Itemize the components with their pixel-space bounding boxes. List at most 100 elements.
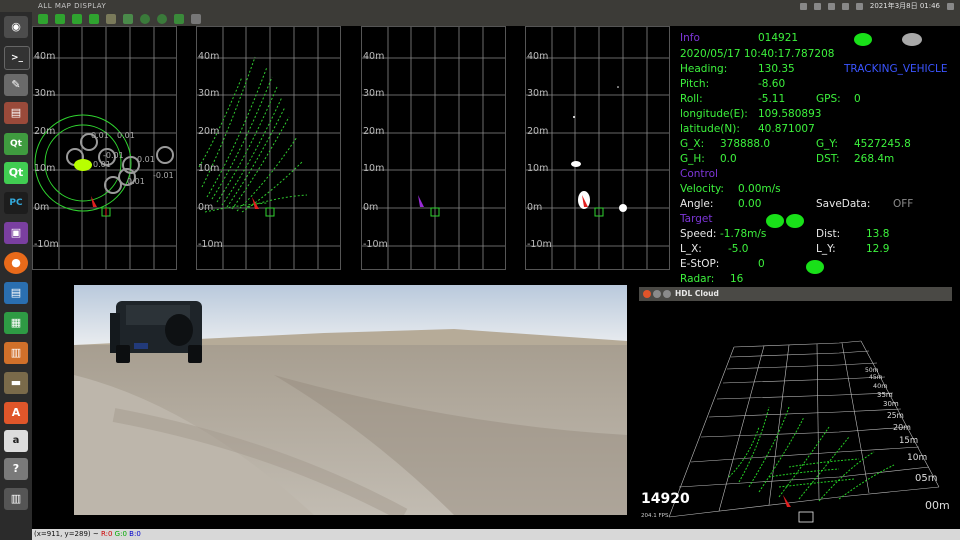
radar-label: Radar: — [680, 273, 715, 285]
down-arrow-icon[interactable] — [89, 14, 99, 24]
image-icon[interactable] — [106, 14, 116, 24]
media-icon[interactable]: ▣ — [4, 222, 28, 244]
zoom-out-icon[interactable] — [157, 14, 167, 24]
keyboard-icon[interactable] — [813, 2, 821, 10]
ubuntu-icon[interactable]: ◉ — [4, 16, 28, 38]
clock[interactable]: 2021年3月8日 01:46 — [870, 0, 940, 12]
y-label-10: 10m — [34, 163, 56, 174]
range-label: 30m — [883, 400, 899, 408]
object-label: 0.01 — [117, 131, 135, 140]
y-label-0: 0m — [198, 202, 214, 213]
lidar-map-panel: 40m 30m 20m 10m 0m -10m — [196, 26, 341, 270]
window-title: ALL MAP DISPLAY — [38, 2, 107, 10]
qt-creator-icon[interactable]: Qt — [4, 162, 28, 184]
pycharm-icon[interactable]: PC — [4, 192, 28, 214]
wifi-icon[interactable] — [827, 2, 835, 10]
dst-value: 268.4m — [854, 153, 895, 165]
terminal-icon[interactable]: >_ — [4, 46, 30, 70]
status-dot-green — [854, 33, 872, 46]
y-label-0: 0m — [527, 202, 543, 213]
pitch-label: Pitch: — [680, 78, 710, 90]
launcher: ◉ >_ ✎ ▤ Qt Qt PC ▣ ● ▤ ▦ ▥ ▬ A a ? ▥ — [0, 12, 32, 540]
volume-icon[interactable] — [841, 2, 849, 10]
savedata-value: OFF — [893, 198, 914, 210]
qt-icon[interactable]: Qt — [4, 133, 28, 155]
object-label: 0.01 — [91, 131, 109, 140]
estop-label: E-StOP: — [680, 258, 720, 270]
pitch-value: -8.60 — [758, 78, 786, 90]
folder-icon[interactable]: ▬ — [4, 372, 28, 394]
impress-icon[interactable]: ▥ — [4, 342, 28, 364]
lx-label: L_X: — [680, 243, 702, 255]
range-label: 50m — [865, 367, 879, 374]
y-label-10: 10m — [527, 163, 549, 174]
range-label: 00m — [925, 499, 950, 512]
y-label-10: 10m — [198, 163, 220, 174]
latitude-value: 40.871007 — [758, 123, 815, 135]
longitude-label: longitude(E): — [680, 108, 748, 120]
files-icon[interactable]: ▤ — [4, 102, 28, 124]
y-label-neg10: -10m — [198, 239, 223, 250]
dist-value: 13.8 — [866, 228, 890, 240]
gy-label: G_Y: — [816, 138, 838, 150]
y-label-40: 40m — [527, 51, 549, 62]
help-icon[interactable]: ? — [4, 458, 28, 480]
camera-scene — [74, 285, 627, 515]
target-dot-green — [786, 214, 804, 228]
amazon-icon[interactable]: a — [4, 430, 28, 452]
speed-value: -1.78m/s — [720, 228, 767, 240]
status-dot-gray — [902, 33, 922, 46]
range-label: 35m — [877, 391, 893, 399]
y-label-30: 30m — [34, 88, 56, 99]
text-editor-icon[interactable]: ✎ — [4, 74, 28, 96]
y-label-40: 40m — [34, 51, 56, 62]
angle-value: 0.00 — [738, 198, 762, 210]
trash-icon[interactable]: ▥ — [4, 488, 28, 510]
object-label: -0.01 — [103, 151, 124, 160]
dst-label: DST: — [816, 153, 840, 165]
range-label: 25m — [887, 411, 904, 420]
object-label: 0.01 — [137, 155, 155, 164]
camera-feed — [74, 285, 627, 515]
target-dot-green — [766, 214, 784, 228]
velocity-label: Velocity: — [680, 183, 724, 195]
pixel-r: R:0 — [100, 530, 113, 538]
mode-value: TRACKING_VEHICLE — [844, 63, 948, 75]
writer-icon[interactable]: ▤ — [4, 282, 28, 304]
object-label: 0.01 — [127, 177, 145, 186]
heading-value: 130.35 — [758, 63, 795, 75]
y-label-0: 0m — [363, 202, 379, 213]
y-label-30: 30m — [363, 88, 385, 99]
range-label: 20m — [893, 423, 911, 432]
chrome-icon[interactable] — [799, 2, 807, 10]
gy-value: 4527245.8 — [854, 138, 911, 150]
zoom-in-icon[interactable] — [140, 14, 150, 24]
save-icon[interactable] — [174, 14, 184, 24]
object-label: 0.01 — [93, 160, 111, 169]
top-panel: ALL MAP DISPLAY 2021年3月8日 01:46 — [0, 0, 960, 12]
radar-map-panel: 40m 30m 20m 10m 0m -10m — [361, 26, 506, 270]
y-label-20: 20m — [363, 126, 385, 137]
range-label: 45m — [869, 374, 883, 381]
fused-map-canvas — [33, 27, 176, 269]
firefox-icon[interactable]: ● — [4, 252, 28, 274]
up-arrow-icon[interactable] — [72, 14, 82, 24]
y-label-10: 10m — [363, 163, 385, 174]
range-label: 15m — [899, 436, 919, 446]
fused-map-panel: 40m 30m 20m 10m 0m -10m 0.01 0.01 0.01 -… — [32, 26, 177, 270]
software-center-icon[interactable]: A — [4, 402, 28, 424]
battery-icon[interactable] — [855, 2, 863, 10]
crop-icon[interactable] — [123, 14, 133, 24]
power-icon[interactable] — [947, 2, 954, 10]
gx-value: 378888.0 — [720, 138, 771, 150]
back-arrow-icon[interactable] — [38, 14, 48, 24]
control-heading: Control — [680, 168, 718, 180]
forward-arrow-icon[interactable] — [55, 14, 65, 24]
gps-label: GPS: — [816, 93, 841, 105]
gh-value: 0.0 — [720, 153, 737, 165]
y-label-20: 20m — [34, 126, 56, 137]
calc-icon[interactable]: ▦ — [4, 312, 28, 334]
latitude-label: latitude(N): — [680, 123, 740, 135]
settings-icon[interactable] — [191, 14, 201, 24]
y-label-neg10: -10m — [527, 239, 552, 250]
